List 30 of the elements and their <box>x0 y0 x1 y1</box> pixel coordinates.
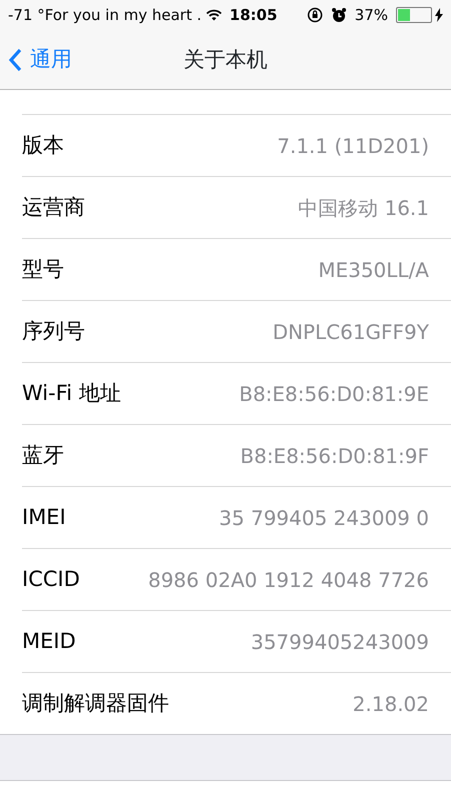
page-title: 关于本机 <box>184 46 268 73</box>
row-label: Wi-Fi 地址 <box>22 380 121 407</box>
row-label: IMEI <box>22 504 66 531</box>
row-label: 序列号 <box>22 318 85 345</box>
row-value: ME350LL/A <box>318 256 429 284</box>
row-value: B8:E8:56:D0:81:9E <box>239 380 429 408</box>
alarm-clock-icon <box>330 7 347 23</box>
wifi-icon <box>206 9 222 21</box>
row-label: 运营商 <box>22 194 85 221</box>
row-value: 中国移动 16.1 <box>298 194 429 222</box>
back-chevron-icon <box>8 48 22 72</box>
row-value: 35 799405 243009 0 <box>219 504 429 532</box>
row-label: 蓝牙 <box>22 442 64 469</box>
row-label: 型号 <box>22 256 64 283</box>
row-label: 调制解调器固件 <box>22 690 169 717</box>
time-text: 18:05 <box>230 4 278 26</box>
row-value: 2.18.02 <box>352 690 429 718</box>
row-value: 35799405243009 <box>250 628 429 656</box>
row-value: 8986 02A0 1912 4048 7726 <box>148 566 429 594</box>
row-label: MEID <box>22 628 76 655</box>
back-button[interactable]: 通用 <box>8 44 72 76</box>
row-value: DNPLC61GFF9Y <box>272 318 429 346</box>
carrier-text: -71 °For you in my heart . <box>8 4 202 26</box>
row-value: 7.1.1 (11D201) <box>277 132 429 160</box>
row-label: ICCID <box>22 566 80 593</box>
battery-icon <box>396 7 432 23</box>
rotation-lock-icon <box>306 7 323 23</box>
row-label: 版本 <box>22 132 64 159</box>
row-value: B8:E8:56:D0:81:9F <box>240 442 429 470</box>
battery-percent: 37% <box>354 4 388 26</box>
